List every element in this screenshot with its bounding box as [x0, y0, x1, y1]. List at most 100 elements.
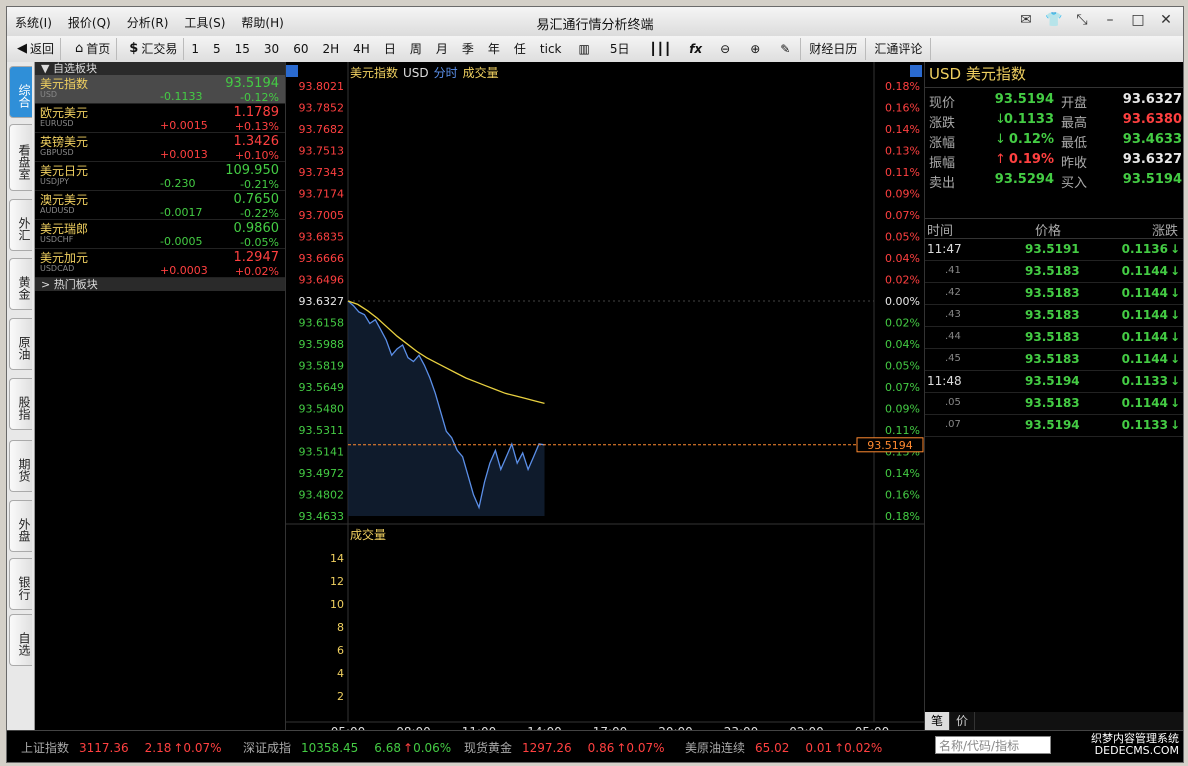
tick-change-value: 0.1144 — [1121, 308, 1168, 322]
vtab-1[interactable]: 看盘室 — [9, 124, 32, 191]
vtab-5[interactable]: 股指 — [9, 378, 32, 430]
watchlist-row[interactable]: 美元瑞郎 USDCHF -0.0005 0.9860 -0.05% — [35, 220, 285, 249]
tick-time: .41 — [945, 265, 961, 276]
home-button[interactable]: ⌂ 首页 — [61, 38, 118, 60]
shrink-icon[interactable]: ⤡ — [1073, 12, 1091, 28]
five-day-button[interactable]: 5日 — [600, 38, 640, 60]
arrow-down-icon: ↓ — [1169, 242, 1180, 256]
tick-time: .43 — [945, 309, 961, 320]
menu-analysis[interactable]: 分析(R) — [127, 14, 169, 31]
period-button[interactable]: 年 — [481, 38, 507, 60]
tick-row: .43 93.5183 0.1144 ↓ — [925, 305, 1183, 327]
chart-header: 美元指数 USD 分时 成交量 — [350, 65, 499, 80]
close-icon[interactable]: ✕ — [1157, 12, 1175, 28]
menu-help[interactable]: 帮助(H) — [241, 14, 283, 31]
watchlist-row[interactable]: 澳元美元 AUDUSD -0.0017 0.7650 -0.22% — [35, 191, 285, 220]
ticker-value: 65.02 — [755, 741, 790, 755]
period-button[interactable]: 周 — [403, 38, 429, 60]
zoom-out-icon[interactable]: ⊖ — [710, 38, 740, 60]
ticker-item: 深证成指 10358.45 6.68 ↑0.06% — [243, 739, 451, 756]
tick-change: 0.1136 ↓ — [1122, 242, 1180, 256]
chart-header-part: 成交量 — [463, 65, 499, 80]
percent-tick: 0.16% — [885, 489, 920, 502]
symbol-code: USDJPY — [40, 177, 69, 186]
period-button[interactable]: 60 — [286, 38, 315, 60]
period-button[interactable]: 日 — [377, 38, 403, 60]
watchlist-row[interactable]: 美元指数 USD -0.1133 93.5194 -0.12% — [35, 75, 285, 104]
shirt-icon[interactable]: 👕 — [1045, 12, 1063, 28]
symbol-percent: +0.02% — [234, 265, 279, 278]
formula-icon[interactable]: fx — [681, 38, 710, 60]
volume-tick: 8 — [337, 621, 344, 634]
period-button[interactable]: 2H — [315, 38, 346, 60]
vtab-9[interactable]: 自选 — [9, 614, 32, 666]
quote-value: 93.4633 — [1122, 132, 1182, 147]
vtab-7[interactable]: 外盘 — [9, 500, 32, 552]
maximize-icon[interactable]: □ — [1129, 12, 1147, 28]
tick-price: 93.5191 — [1025, 242, 1080, 256]
watchlist-row[interactable]: 英镑美元 GBPUSD +0.0013 1.3426 +0.10% — [35, 133, 285, 162]
tick-row: .42 93.5183 0.1144 ↓ — [925, 283, 1183, 305]
period-button[interactable]: 4H — [346, 38, 377, 60]
ticker-name: 现货黄金 — [464, 741, 513, 755]
period-button[interactable]: tick — [533, 38, 569, 60]
price-tick: 93.4633 — [299, 510, 345, 523]
period-button[interactable]: 季 — [455, 38, 481, 60]
watchlist-row[interactable]: 欧元美元 EURUSD +0.0015 1.1789 +0.13% — [35, 104, 285, 133]
vtab-6[interactable]: 期货 — [9, 440, 32, 492]
status-bar: 名称/代码/指标 织梦内容管理系统 DEDECMS.COM 上证指数 3117.3… — [7, 730, 1183, 762]
quote-value: 0.1133 — [1003, 112, 1054, 127]
chart-area[interactable]: 美元指数 USD 分时 成交量 93.8021 93.7852 93.7682 93.7513… — [286, 62, 924, 732]
menu-tools[interactable]: 工具(S) — [184, 14, 225, 31]
tick-price: 93.5183 — [1025, 264, 1080, 278]
vtab-8[interactable]: 银行 — [9, 558, 32, 610]
intraday-chart[interactable]: 美元指数 USD 分时 成交量 93.8021 93.7852 93.7682 93.7513… — [286, 62, 924, 732]
percent-tick: 0.13% — [885, 145, 920, 158]
tab-prices[interactable]: 价 — [950, 712, 976, 730]
back-button[interactable]: ◀ 返回 — [7, 38, 62, 60]
menu-system[interactable]: 系统(I) — [15, 14, 52, 31]
calendar-button[interactable]: 财经日历 — [801, 38, 867, 60]
comment-button[interactable]: 汇通评论 — [866, 38, 932, 60]
arrow-down-icon: ↓ — [1169, 330, 1180, 344]
tab-trades[interactable]: 笔 — [925, 712, 951, 730]
percent-tick: 0.11% — [885, 424, 920, 437]
ticker-value: 10358.45 — [301, 741, 359, 755]
quote-value: 93.6327 — [1122, 92, 1182, 107]
watchlist-row[interactable]: 美元日元 USDJPY -0.230 109.950 -0.21% — [35, 162, 285, 191]
draw-tool-icon[interactable]: ✎ — [770, 38, 802, 60]
tick-change-value: 0.1136 — [1121, 242, 1168, 256]
symbol-search-input[interactable]: 名称/代码/指标 — [935, 736, 1051, 754]
mail-icon[interactable]: ✉ — [1017, 12, 1035, 28]
menu-quote[interactable]: 报价(Q) — [68, 14, 111, 31]
period-button[interactable]: 月 — [429, 38, 455, 60]
chart-type-icon[interactable]: ▥ — [569, 38, 600, 60]
period-button[interactable]: 1 — [184, 38, 206, 60]
period-button[interactable]: 15 — [228, 38, 257, 60]
minimize-icon[interactable]: – — [1101, 12, 1119, 28]
tick-change: 0.1144 ↓ — [1122, 264, 1180, 278]
period-button[interactable]: 5 — [206, 38, 228, 60]
vtab-0[interactable]: 综合 — [9, 66, 32, 118]
watchlist-section-header[interactable]: ▼ 自选板块 — [35, 62, 285, 75]
price-tick: 93.6327 — [299, 295, 345, 308]
zoom-in-icon[interactable]: ⊕ — [740, 38, 770, 60]
candlestick-icon[interactable]: ┃┃┃ — [640, 38, 682, 60]
percent-tick: 0.09% — [885, 403, 920, 416]
tick-time: .07 — [945, 419, 961, 430]
collapse-right-icon — [910, 65, 922, 77]
watchlist-row[interactable]: 美元加元 USDCAD +0.0003 1.2947 +0.02% — [35, 249, 285, 278]
vtab-4[interactable]: 原油 — [9, 318, 32, 370]
quote-label: 振幅 — [929, 156, 956, 171]
vtab-3[interactable]: 黄金 — [9, 258, 32, 310]
trade-button[interactable]: $ 汇交易 — [117, 38, 185, 60]
vtab-2[interactable]: 外汇 — [9, 199, 32, 251]
quote-value: 0.19% — [1008, 152, 1054, 167]
tick-price: 93.5183 — [1025, 396, 1080, 410]
period-button[interactable]: 30 — [257, 38, 286, 60]
volume-tick: 6 — [337, 644, 344, 657]
tick-change-value: 0.1144 — [1121, 286, 1168, 300]
percent-tick: 0.18% — [885, 80, 920, 93]
hot-section-header[interactable]: > 热门板块 — [35, 278, 285, 291]
period-button[interactable]: 任 — [507, 38, 533, 60]
